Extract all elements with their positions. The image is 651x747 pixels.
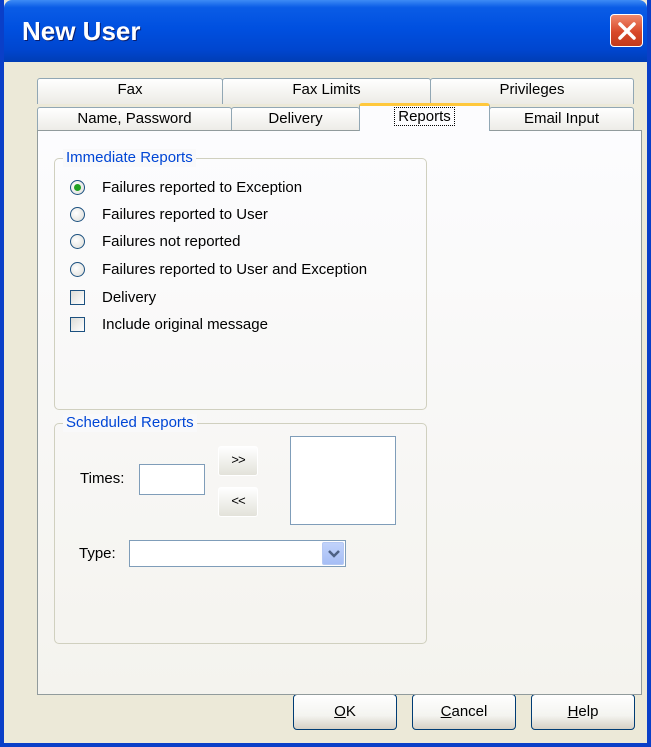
cancel-label-rest: ancel <box>451 703 488 720</box>
checkbox-box[interactable] <box>70 317 85 332</box>
tab-fax-limits[interactable]: Fax Limits <box>222 78 431 104</box>
radio-label: Failures reported to User and Exception <box>102 261 368 278</box>
ok-mnemonic: O <box>334 703 346 720</box>
scheduled-reports-title: Scheduled Reports <box>63 414 197 432</box>
radio-indicator[interactable] <box>70 207 85 222</box>
cancel-button[interactable]: Cancel <box>412 694 516 730</box>
times-input[interactable] <box>139 464 205 495</box>
type-label: Type: <box>79 545 116 562</box>
help-mnemonic: H <box>567 703 579 720</box>
remove-time-button[interactable]: << <box>218 487 258 517</box>
help-button[interactable]: Help <box>531 694 635 730</box>
checkbox-label: Include original message <box>102 316 268 333</box>
ok-button[interactable]: OK <box>293 694 397 730</box>
type-select[interactable] <box>129 540 346 567</box>
radio-indicator[interactable] <box>70 262 85 277</box>
radio-label: Failures not reported <box>102 233 241 250</box>
cancel-mnemonic: C <box>440 703 452 720</box>
tab-label: Delivery <box>268 110 323 127</box>
help-label-rest: elp <box>578 703 599 720</box>
checkbox-box[interactable] <box>70 290 85 305</box>
immediate-reports-title: Immediate Reports <box>63 149 196 167</box>
tab-email-input[interactable]: Email Input <box>489 107 634 131</box>
add-time-button[interactable]: >> <box>218 446 258 476</box>
type-dropdown-button[interactable] <box>322 542 344 565</box>
window-title: New User <box>22 16 141 46</box>
tab-label: Reports <box>394 107 455 126</box>
tab-label: Fax <box>117 81 143 98</box>
new-user-dialog: New User Fax Fax Limits Privileges Name,… <box>0 0 651 747</box>
tab-label: Email Input <box>523 110 600 127</box>
times-label: Times: <box>80 470 125 487</box>
radio-label: Failures reported to User <box>102 206 268 223</box>
tab-delivery[interactable]: Delivery <box>231 107 360 131</box>
checkbox-label: Delivery <box>102 289 157 306</box>
radio-indicator[interactable] <box>70 234 85 249</box>
tab-fax[interactable]: Fax <box>37 78 223 104</box>
tab-name-password[interactable]: Name, Password <box>37 107 232 131</box>
close-icon <box>618 22 636 40</box>
tab-label: Fax Limits <box>292 81 361 98</box>
title-bar[interactable]: New User <box>4 0 647 62</box>
tab-reports[interactable]: Reports <box>359 103 490 131</box>
tab-label: Privileges <box>499 81 565 98</box>
ok-label-rest: K <box>345 703 356 720</box>
close-button[interactable] <box>610 14 643 47</box>
times-list[interactable] <box>290 436 396 525</box>
tab-privileges[interactable]: Privileges <box>430 78 634 104</box>
radio-selected-indicator[interactable] <box>70 180 85 195</box>
tab-label: Name, Password <box>77 110 192 127</box>
chevron-down-icon <box>328 550 340 558</box>
radio-label: Failures reported to Exception <box>102 179 303 196</box>
